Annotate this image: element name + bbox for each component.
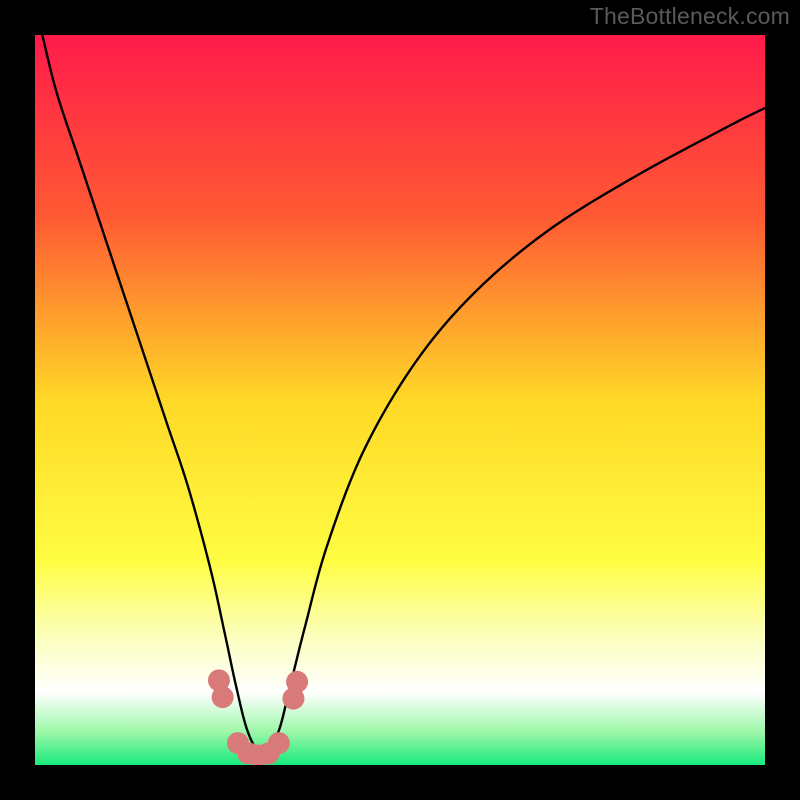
highlight-dot: [286, 671, 308, 693]
plot-area: [35, 35, 765, 765]
chart-svg: [35, 35, 765, 765]
highlight-dot: [212, 686, 234, 708]
watermark-text: TheBottleneck.com: [590, 3, 790, 30]
highlight-dot: [268, 732, 290, 754]
chart-container: TheBottleneck.com: [0, 0, 800, 800]
gradient-background: [35, 35, 765, 765]
